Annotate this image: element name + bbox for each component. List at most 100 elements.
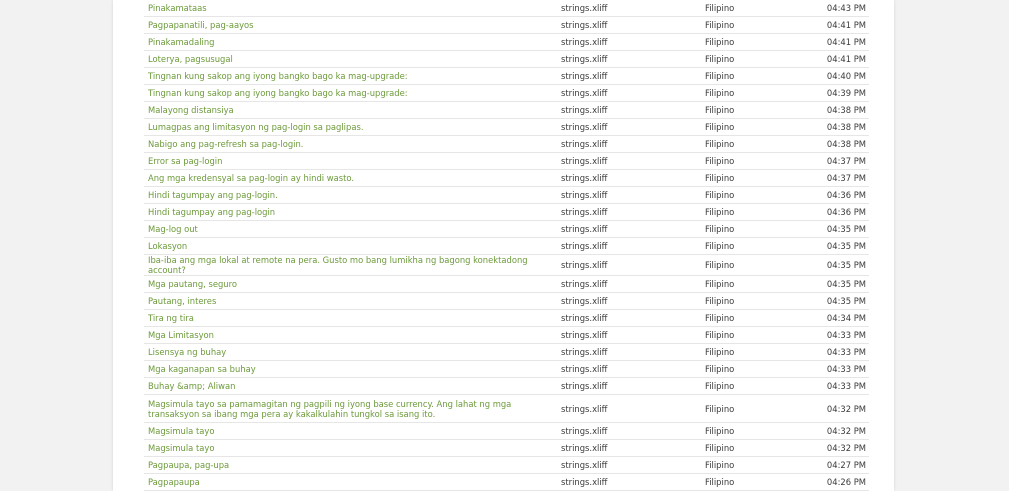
file-name-cell: strings.xliff bbox=[557, 439, 701, 457]
table-row: Mga pautang, seguro strings.xliff Filipino… bbox=[144, 275, 869, 293]
file-name-cell: strings.xliff bbox=[557, 101, 701, 119]
source-text-cell: Pagpapanatili, pag-aayos bbox=[144, 16, 557, 34]
source-text-link[interactable]: Magsimula tayo bbox=[148, 426, 214, 436]
file-name-cell: strings.xliff bbox=[557, 33, 701, 51]
table-row: Nabigo ang pag-refresh sa pag-login. stri… bbox=[144, 135, 869, 153]
source-text-link[interactable]: Lumagpas ang limitasyon ng pag-login sa … bbox=[148, 122, 363, 132]
translations-table: Pinakamataas strings.xliff Filipino 04:43 P… bbox=[144, 0, 869, 491]
language-cell: Filipino bbox=[701, 343, 796, 361]
source-text-link[interactable]: Pautang, interes bbox=[148, 296, 216, 306]
timestamp-cell: 04:38 PM bbox=[796, 101, 869, 119]
source-text-cell: Ang mga kredensyal sa pag-login ay hindi… bbox=[144, 169, 557, 187]
timestamp-cell: 04:27 PM bbox=[796, 456, 869, 474]
timestamp-cell: 04:38 PM bbox=[796, 118, 869, 136]
source-text-cell: Error sa pag-login bbox=[144, 152, 557, 170]
source-text-cell: Magsimula tayo bbox=[144, 439, 557, 457]
file-name-cell: strings.xliff bbox=[557, 169, 701, 187]
table-row: Mga kaganapan sa buhay strings.xliff Filip… bbox=[144, 360, 869, 378]
source-text-link[interactable]: Magsimula tayo bbox=[148, 443, 214, 453]
file-name-cell: strings.xliff bbox=[557, 394, 701, 423]
timestamp-cell: 04:40 PM bbox=[796, 67, 869, 85]
timestamp-cell: 04:41 PM bbox=[796, 50, 869, 68]
timestamp-cell: 04:41 PM bbox=[796, 16, 869, 34]
language-cell: Filipino bbox=[701, 0, 796, 17]
source-text-link[interactable]: Mga pautang, seguro bbox=[148, 279, 237, 289]
source-text-cell: Malayong distansiya bbox=[144, 101, 557, 119]
source-text-cell: Iba-iba ang mga lokal at remote na pera.… bbox=[144, 254, 557, 276]
file-name-cell: strings.xliff bbox=[557, 254, 701, 276]
table-row: Pinakamadaling strings.xliff Filipino 04:41… bbox=[144, 33, 869, 51]
table-row: Iba-iba ang mga lokal at remote na pera.… bbox=[144, 254, 869, 276]
table-row: Lumagpas ang limitasyon ng pag-login sa … bbox=[144, 118, 869, 136]
source-text-link[interactable]: Pagpaupa, pag-upa bbox=[148, 460, 229, 470]
timestamp-cell: 04:41 PM bbox=[796, 33, 869, 51]
timestamp-cell: 04:32 PM bbox=[796, 394, 869, 423]
file-name-cell: strings.xliff bbox=[557, 67, 701, 85]
timestamp-cell: 04:33 PM bbox=[796, 377, 869, 395]
file-name-cell: strings.xliff bbox=[557, 326, 701, 344]
source-text-link[interactable]: Hindi tagumpay ang pag-login. bbox=[148, 190, 278, 200]
table-row: Mag-log out strings.xliff Filipino 04:35 PM bbox=[144, 220, 869, 238]
source-text-cell: Magsimula tayo sa pamamagitan ng pagpili… bbox=[144, 394, 557, 423]
source-text-link[interactable]: Mga kaganapan sa buhay bbox=[148, 364, 256, 374]
language-cell: Filipino bbox=[701, 135, 796, 153]
timestamp-cell: 04:43 PM bbox=[796, 0, 869, 17]
language-cell: Filipino bbox=[701, 439, 796, 457]
timestamp-cell: 04:33 PM bbox=[796, 360, 869, 378]
source-text-cell: Lisensya ng buhay bbox=[144, 343, 557, 361]
source-text-link[interactable]: Hindi tagumpay ang pag-login bbox=[148, 207, 275, 217]
table-row: Lisensya ng buhay strings.xliff Filipino 04… bbox=[144, 343, 869, 361]
source-text-cell: Magsimula tayo bbox=[144, 422, 557, 440]
source-text-link[interactable]: Error sa pag-login bbox=[148, 156, 222, 166]
file-name-cell: strings.xliff bbox=[557, 152, 701, 170]
source-text-link[interactable]: Pinakamadaling bbox=[148, 37, 214, 47]
source-text-link[interactable]: Pinakamataas bbox=[148, 3, 207, 13]
language-cell: Filipino bbox=[701, 326, 796, 344]
source-text-link[interactable]: Tingnan kung sakop ang iyong bangko bago… bbox=[148, 71, 408, 81]
language-cell: Filipino bbox=[701, 456, 796, 474]
timestamp-cell: 04:33 PM bbox=[796, 343, 869, 361]
timestamp-cell: 04:32 PM bbox=[796, 439, 869, 457]
table-row: Error sa pag-login strings.xliff Filipino 0… bbox=[144, 152, 869, 170]
language-cell: Filipino bbox=[701, 473, 796, 491]
file-name-cell: strings.xliff bbox=[557, 309, 701, 327]
file-name-cell: strings.xliff bbox=[557, 84, 701, 102]
source-text-link[interactable]: Lisensya ng buhay bbox=[148, 347, 226, 357]
source-text-cell: Lumagpas ang limitasyon ng pag-login sa … bbox=[144, 118, 557, 136]
table-row: Tingnan kung sakop ang iyong bangko bago… bbox=[144, 84, 869, 102]
source-text-link[interactable]: Buhay &amp; Aliwan bbox=[148, 381, 235, 391]
timestamp-cell: 04:26 PM bbox=[796, 473, 869, 491]
table-row: Hindi tagumpay ang pag-login. strings.xli… bbox=[144, 186, 869, 204]
language-cell: Filipino bbox=[701, 50, 796, 68]
table-row: Loterya, pagsusugal strings.xliff Filipino… bbox=[144, 50, 869, 68]
file-name-cell: strings.xliff bbox=[557, 135, 701, 153]
source-text-link[interactable]: Mag-log out bbox=[148, 224, 198, 234]
table-row: Lokasyon strings.xliff Filipino 04:35 PM bbox=[144, 237, 869, 255]
source-text-link[interactable]: Magsimula tayo sa pamamagitan ng pagpili… bbox=[148, 399, 511, 419]
source-text-link[interactable]: Malayong distansiya bbox=[148, 105, 234, 115]
table-row: Magsimula tayo strings.xliff Filipino 04:32… bbox=[144, 422, 869, 440]
source-text-link[interactable]: Tingnan kung sakop ang iyong bangko bago… bbox=[148, 88, 408, 98]
file-name-cell: strings.xliff bbox=[557, 292, 701, 310]
source-text-cell: Pagpaupa, pag-upa bbox=[144, 456, 557, 474]
source-text-link[interactable]: Nabigo ang pag-refresh sa pag-login. bbox=[148, 139, 303, 149]
table-row: Magsimula tayo strings.xliff Filipino 04:32… bbox=[144, 439, 869, 457]
source-text-link[interactable]: Pagpapaupa bbox=[148, 477, 200, 487]
source-text-link[interactable]: Pagpapanatili, pag-aayos bbox=[148, 20, 254, 30]
table-row: Tingnan kung sakop ang iyong bangko bago… bbox=[144, 67, 869, 85]
source-text-link[interactable]: Iba-iba ang mga lokal at remote na pera.… bbox=[148, 255, 528, 275]
source-text-link[interactable]: Tira ng tira bbox=[148, 313, 194, 323]
file-name-cell: strings.xliff bbox=[557, 343, 701, 361]
language-cell: Filipino bbox=[701, 186, 796, 204]
source-text-cell: Pautang, interes bbox=[144, 292, 557, 310]
timestamp-cell: 04:35 PM bbox=[796, 275, 869, 293]
source-text-link[interactable]: Ang mga kredensyal sa pag-login ay hindi… bbox=[148, 173, 354, 183]
source-text-cell: Loterya, pagsusugal bbox=[144, 50, 557, 68]
source-text-link[interactable]: Lokasyon bbox=[148, 241, 187, 251]
source-text-link[interactable]: Mga Limitasyon bbox=[148, 330, 214, 340]
source-text-link[interactable]: Loterya, pagsusugal bbox=[148, 54, 233, 64]
timestamp-cell: 04:35 PM bbox=[796, 292, 869, 310]
language-cell: Filipino bbox=[701, 33, 796, 51]
table-row: Pagpaupa, pag-upa strings.xliff Filipino 04… bbox=[144, 456, 869, 474]
table-row: Pautang, interes strings.xliff Filipino 04:… bbox=[144, 292, 869, 310]
